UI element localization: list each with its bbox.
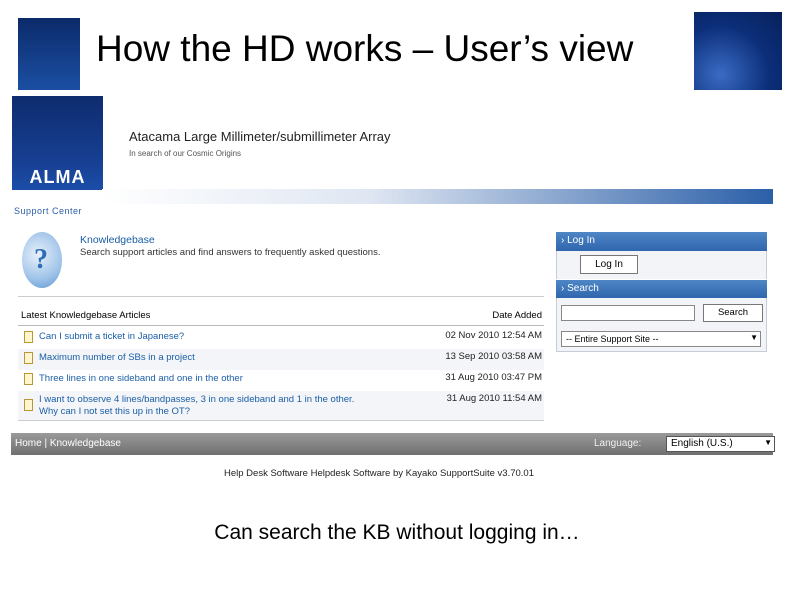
- search-button[interactable]: Search: [703, 304, 763, 322]
- table-row[interactable]: Three lines in one sideband and one in t…: [18, 370, 544, 391]
- support-center-label: Support Center: [14, 206, 83, 216]
- login-button[interactable]: Log In: [580, 255, 638, 274]
- alma-logo-text: ALMA: [29, 167, 86, 187]
- document-icon: [24, 331, 33, 343]
- search-panel-header: › Search: [556, 280, 767, 298]
- document-icon: [24, 373, 33, 385]
- column-header-articles: Latest Knowledgebase Articles: [21, 310, 151, 321]
- brand-bar: [102, 189, 773, 204]
- search-input[interactable]: [561, 305, 695, 321]
- help-question-icon: ?: [22, 232, 62, 288]
- chevron-right-icon: ›: [561, 283, 565, 294]
- slide-caption: Can search the KB without logging in…: [214, 521, 580, 544]
- powered-by-text: Help Desk Software Helpdesk Software by …: [224, 468, 534, 479]
- site-title: Atacama Large Millimeter/submillimeter A…: [129, 129, 391, 144]
- kb-description: Search support articles and find answers…: [80, 247, 381, 258]
- article-date: 31 Aug 2010 03:47 PM: [445, 372, 542, 383]
- document-icon: [24, 352, 33, 364]
- divider: [18, 296, 544, 297]
- language-value: English (U.S.): [671, 438, 733, 449]
- article-link[interactable]: Maximum number of SBs in a project: [39, 352, 195, 363]
- article-link[interactable]: Can I submit a ticket in Japanese?: [39, 331, 184, 342]
- breadcrumb[interactable]: Home | Knowledgebase: [15, 438, 121, 449]
- kb-title-link[interactable]: Knowledgebase: [80, 234, 155, 246]
- language-select[interactable]: English (U.S.) ▼: [666, 436, 775, 452]
- kb-table-header: Latest Knowledgebase Articles Date Added: [18, 307, 544, 326]
- site-subtitle: In search of our Cosmic Origins: [129, 149, 242, 158]
- search-scope-value: -- Entire Support Site --: [566, 334, 659, 344]
- document-icon: [24, 399, 33, 411]
- search-header-label: Search: [567, 283, 599, 294]
- alma-stars-logo-left: [18, 18, 80, 90]
- table-row[interactable]: Maximum number of SBs in a project 13 Se…: [18, 349, 544, 370]
- article-link[interactable]: I want to observe 4 lines/bandpasses, 3 …: [39, 394, 369, 418]
- language-label: Language:: [594, 438, 642, 449]
- alma-logo: ALMA: [12, 96, 103, 190]
- slide-title: How the HD works – User’s view: [96, 28, 634, 69]
- footer-bar: Home | Knowledgebase Language: English (…: [11, 433, 775, 455]
- eso-antenna-logo-right: [694, 12, 782, 90]
- search-scope-select[interactable]: -- Entire Support Site -- ▼: [561, 331, 761, 347]
- dropdown-arrow-icon: ▼: [750, 333, 758, 342]
- chevron-right-icon: ›: [561, 235, 565, 246]
- article-date: 31 Aug 2010 11:54 AM: [446, 393, 542, 404]
- column-header-date: Date Added: [492, 310, 542, 321]
- login-panel-header: › Log In: [556, 232, 767, 251]
- article-date: 02 Nov 2010 12:54 AM: [445, 330, 542, 341]
- dropdown-arrow-icon: ▼: [764, 438, 772, 447]
- login-header-label: Log In: [567, 235, 595, 246]
- table-row[interactable]: Can I submit a ticket in Japanese? 02 No…: [18, 328, 544, 349]
- article-date: 13 Sep 2010 03:58 AM: [445, 351, 542, 362]
- article-link[interactable]: Three lines in one sideband and one in t…: [39, 373, 243, 384]
- table-row[interactable]: I want to observe 4 lines/bandpasses, 3 …: [18, 391, 544, 421]
